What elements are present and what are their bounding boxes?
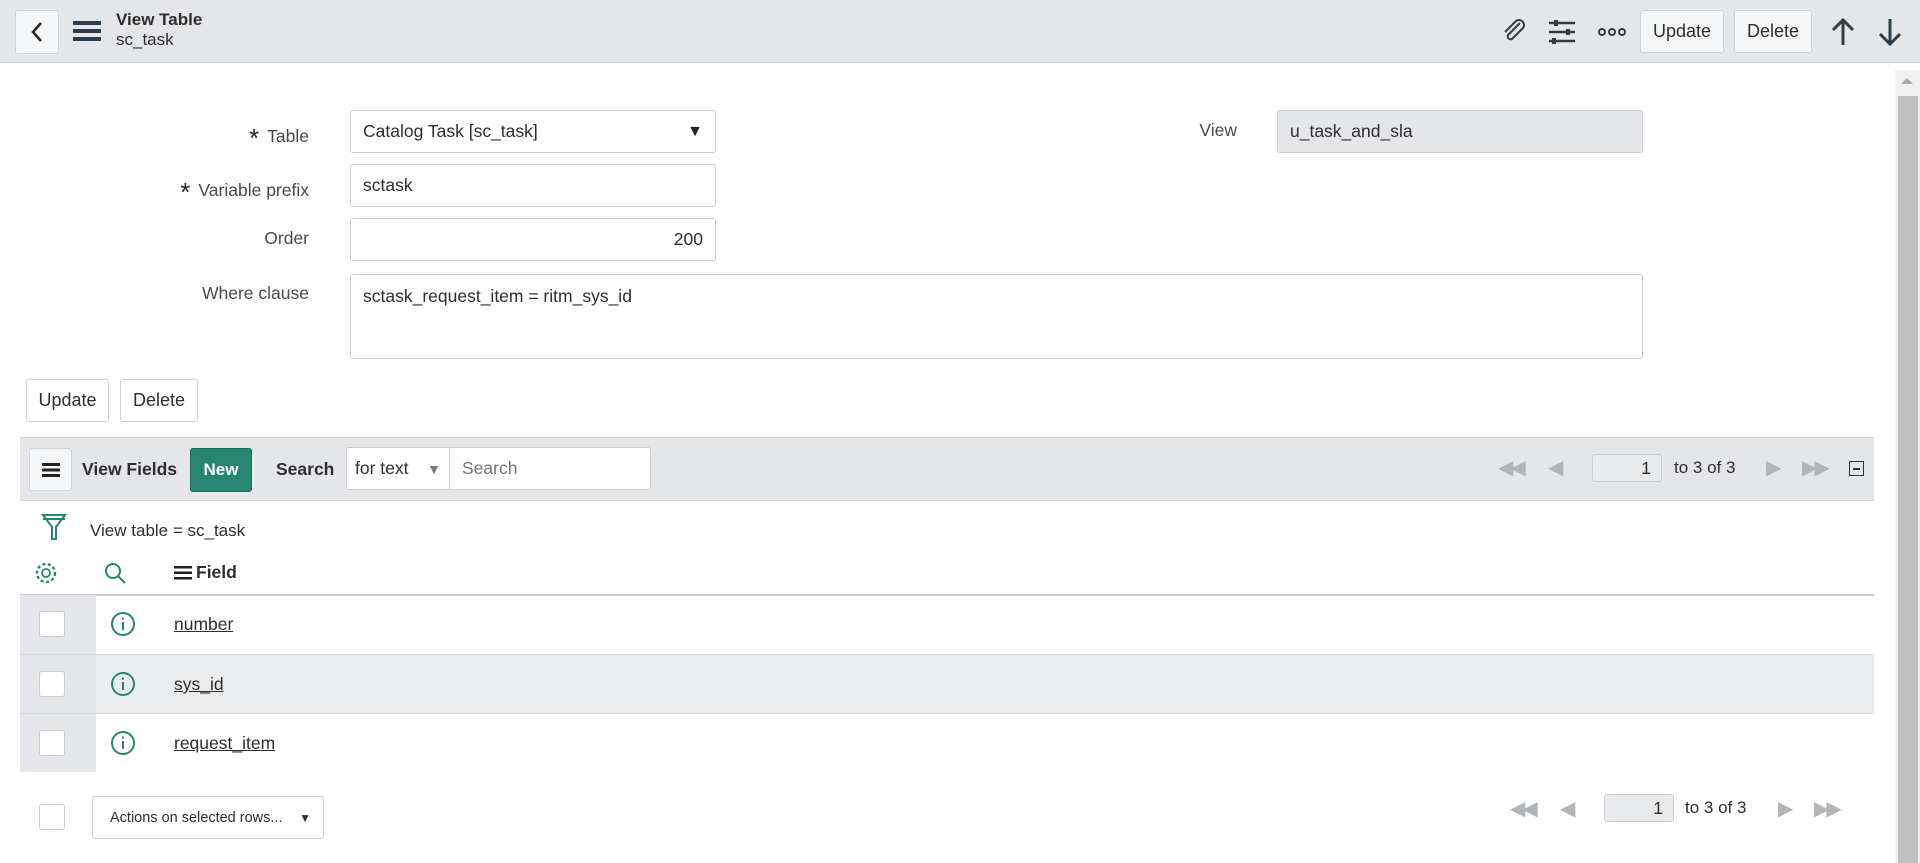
actions-select[interactable]: Actions on selected rows... ▼ bbox=[92, 796, 324, 839]
search-mode-value: for text bbox=[355, 458, 409, 478]
actions-select-value: Actions on selected rows... bbox=[110, 809, 283, 826]
table-select-value: Catalog Task [sc_task] bbox=[363, 121, 538, 141]
header-delete-button[interactable]: Delete bbox=[1734, 10, 1812, 53]
list-title: View Fields bbox=[82, 459, 177, 479]
field-link[interactable]: sys_id bbox=[174, 674, 224, 695]
back-button[interactable] bbox=[15, 10, 59, 54]
filter-breadcrumb[interactable]: View table = sc_task bbox=[90, 521, 245, 541]
row-checkbox[interactable] bbox=[39, 611, 65, 637]
table-select[interactable]: Catalog Task [sc_task] ▼ bbox=[350, 110, 716, 153]
info-icon[interactable] bbox=[110, 730, 136, 756]
column-header-label: Field bbox=[196, 562, 237, 582]
page-title: View Table bbox=[116, 10, 203, 29]
gear-icon[interactable] bbox=[33, 560, 59, 586]
arrow-up-icon[interactable] bbox=[1828, 16, 1858, 48]
page-input[interactable]: 1 bbox=[1592, 454, 1662, 482]
where-clause-textarea[interactable]: sctask_request_item = ritm_sys_id bbox=[350, 274, 1643, 359]
column-header-field[interactable]: Field bbox=[174, 562, 237, 583]
collapse-icon[interactable] bbox=[1849, 461, 1864, 476]
first-page-icon[interactable]: ◀◀ bbox=[1510, 796, 1538, 821]
dropdown-arrow-icon: ▼ bbox=[299, 810, 311, 825]
variable-prefix-label: * Variable prefix bbox=[100, 172, 309, 207]
scrollbar[interactable] bbox=[1895, 70, 1920, 863]
prev-page-icon[interactable]: ◀ bbox=[1560, 796, 1575, 821]
field-link[interactable]: request_item bbox=[174, 733, 275, 754]
variable-prefix-input[interactable]: sctask bbox=[350, 164, 716, 207]
header-update-button[interactable]: Update bbox=[1640, 10, 1724, 53]
table-label-text: Table bbox=[267, 126, 309, 146]
view-label: View bbox=[1199, 120, 1237, 140]
last-page-icon[interactable]: ▶▶ bbox=[1802, 455, 1830, 480]
search-input[interactable] bbox=[449, 447, 651, 490]
next-page-icon[interactable]: ▶ bbox=[1778, 796, 1793, 821]
list-menu-button[interactable] bbox=[29, 448, 72, 491]
view-field: u_task_and_sla bbox=[1277, 110, 1643, 153]
required-icon: * bbox=[249, 123, 260, 153]
new-button[interactable]: New bbox=[190, 448, 252, 492]
delete-button[interactable]: Delete bbox=[120, 379, 198, 422]
variable-prefix-label-text: Variable prefix bbox=[198, 180, 309, 200]
page-subtitle: sc_task bbox=[116, 30, 174, 49]
paperclip-icon[interactable] bbox=[1498, 15, 1530, 47]
table-row: number bbox=[20, 595, 1874, 654]
scroll-up-icon[interactable] bbox=[1901, 78, 1913, 84]
where-clause-label: Where clause bbox=[202, 283, 309, 303]
search-icon[interactable] bbox=[102, 560, 128, 586]
menu-icon bbox=[41, 462, 60, 477]
chevron-left-icon bbox=[31, 22, 42, 42]
field-link[interactable]: number bbox=[174, 614, 233, 635]
info-icon[interactable] bbox=[110, 671, 136, 697]
column-menu-icon bbox=[174, 565, 192, 579]
arrow-down-icon[interactable] bbox=[1875, 16, 1905, 48]
header-bar bbox=[0, 0, 1920, 63]
last-page-icon[interactable]: ▶▶ bbox=[1814, 796, 1842, 821]
table-label: * Table bbox=[100, 118, 309, 153]
row-checkbox[interactable] bbox=[39, 730, 65, 756]
info-icon[interactable] bbox=[110, 611, 136, 637]
filter-icon[interactable] bbox=[40, 512, 68, 542]
prev-page-icon[interactable]: ◀ bbox=[1548, 455, 1563, 480]
required-icon: * bbox=[180, 177, 191, 207]
menu-icon[interactable] bbox=[72, 17, 102, 45]
row-checkbox[interactable] bbox=[39, 671, 65, 697]
settings-sliders-icon[interactable] bbox=[1546, 16, 1578, 48]
order-label: Order bbox=[264, 228, 309, 248]
dropdown-arrow-icon: ▼ bbox=[687, 122, 703, 140]
page-range: to 3 of 3 bbox=[1674, 458, 1736, 477]
footer-page-input[interactable]: 1 bbox=[1604, 794, 1674, 822]
table-row: sys_id bbox=[20, 654, 1874, 713]
order-input[interactable]: 200 bbox=[350, 218, 716, 261]
search-label: Search bbox=[276, 459, 335, 479]
update-button[interactable]: Update bbox=[26, 379, 109, 422]
footer-page-range: to 3 of 3 bbox=[1685, 798, 1747, 817]
scrollbar-thumb[interactable] bbox=[1898, 96, 1918, 863]
select-all-checkbox[interactable] bbox=[39, 804, 65, 830]
first-page-icon[interactable]: ◀◀ bbox=[1498, 455, 1526, 480]
more-options-icon[interactable] bbox=[1597, 20, 1627, 44]
table-row: request_item bbox=[20, 713, 1874, 772]
next-page-icon[interactable]: ▶ bbox=[1766, 455, 1781, 480]
search-mode-select[interactable]: for text ▼ bbox=[346, 447, 450, 490]
dropdown-arrow-icon: ▼ bbox=[427, 460, 441, 477]
